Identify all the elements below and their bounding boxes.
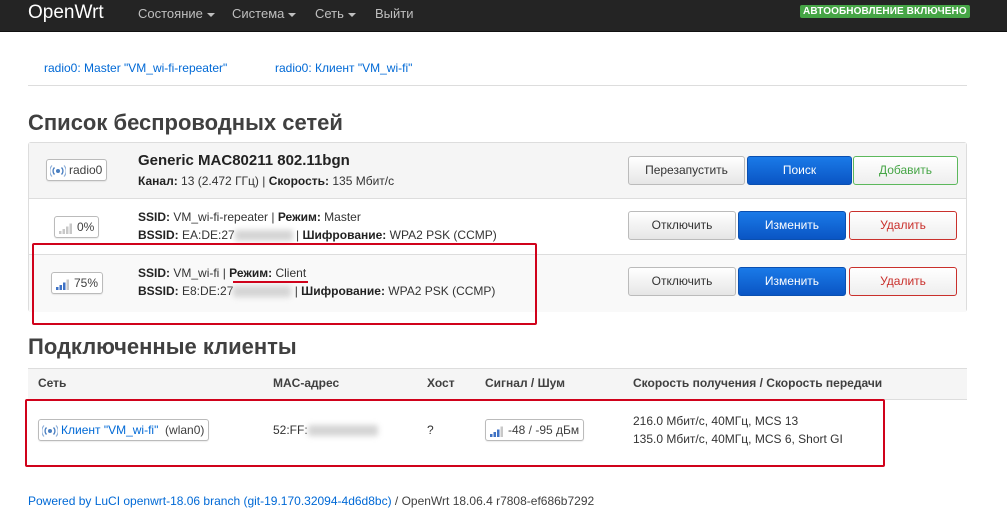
col-host: Хост (427, 376, 455, 390)
chevron-down-icon (347, 12, 356, 17)
restart-button[interactable]: Перезапустить (628, 156, 745, 185)
clients-heading: Подключенные клиенты (28, 334, 297, 359)
footer-version: / OpenWrt 18.06.4 r7808-ef686b7292 (391, 494, 595, 508)
mode-label: Режим: (277, 210, 321, 224)
menu-logout[interactable]: Выйти (375, 6, 414, 21)
speed-label: Скорость: (268, 174, 330, 188)
brand-logo[interactable]: OpenWrt (28, 2, 104, 24)
radio-badge-label: radio0 (69, 163, 103, 177)
chevron-down-icon (288, 12, 297, 17)
radio-row: radio0 Generic MAC80211 802.11bgn Канал:… (29, 143, 966, 199)
radio-badge: radio0 (46, 159, 108, 181)
signal-badge: 0% (54, 216, 100, 238)
remove-button[interactable]: Удалить (849, 211, 957, 240)
speed-value: 135 Мбит/с (329, 174, 395, 188)
edit-button[interactable]: Изменить (738, 211, 846, 240)
signal-percent: 0% (77, 220, 95, 234)
disable-button[interactable]: Отключить (628, 267, 736, 296)
disable-button[interactable]: Отключить (628, 211, 736, 240)
highlight-box (32, 243, 537, 325)
top-navbar: OpenWrt Состояние Система Сеть Выйти АВТ… (0, 0, 1007, 32)
ssid-value: VM_wi-fi-repeater (170, 210, 269, 224)
tab-master-repeater[interactable]: radio0: Master "VM_wi-fi-repeater" (44, 61, 227, 75)
col-signal-noise: Сигнал / Шум (485, 376, 566, 390)
bssid-value: EA:DE:27 (178, 228, 235, 242)
bssid-enc-line: BSSID: EA:DE:27 | Шифрование: WPA2 PSK (… (138, 228, 497, 242)
network-tabs: radio0: Master "VM_wi-fi-repeater" radio… (28, 52, 967, 86)
encryption-value: WPA2 PSK (CCMP) (386, 228, 497, 242)
add-button[interactable]: Добавить (853, 156, 958, 185)
wifi-radio-icon (49, 164, 67, 177)
ssid-mode-line: SSID: VM_wi-fi-repeater | Режим: Master (138, 210, 361, 224)
footer-luci-link[interactable]: Powered by LuCI openwrt-18.06 branch (gi… (28, 494, 392, 508)
radio-hardware-name: Generic MAC80211 802.11bgn (138, 152, 350, 169)
mode-value: Master (320, 210, 361, 224)
highlight-box (25, 399, 885, 467)
channel-label: Канал: (138, 174, 178, 188)
auto-refresh-badge[interactable]: АВТООБНОВЛЕНИЕ ВКЛЮЧЕНО (800, 5, 970, 18)
menu-status-label: Состояние (138, 6, 203, 21)
ssid-label: SSID: (138, 210, 171, 224)
highlight-underline (233, 281, 308, 283)
clients-table-header: Сеть MAC-адрес Хост Сигнал / Шум Скорост… (28, 369, 967, 400)
bssid-label: BSSID: (138, 228, 179, 242)
tab-client-vm-wifi[interactable]: radio0: Клиент "VM_wi-fi" (275, 61, 412, 75)
footer: Powered by LuCI openwrt-18.06 branch (gi… (28, 494, 594, 508)
menu-status[interactable]: Состояние (138, 6, 215, 21)
encryption-label: Шифрование: (302, 228, 387, 242)
edit-button[interactable]: Изменить (738, 267, 846, 296)
remove-button[interactable]: Удалить (849, 267, 957, 296)
signal-strength-icon (59, 223, 72, 234)
menu-system-label: Система (232, 6, 285, 21)
col-network: Сеть (38, 376, 67, 390)
menu-network-label: Сеть (315, 6, 344, 21)
chevron-down-icon (206, 12, 215, 17)
col-mac: MAC-адрес (273, 376, 340, 390)
menu-network[interactable]: Сеть (315, 6, 356, 21)
menu-system[interactable]: Система (232, 6, 297, 21)
scan-button[interactable]: Поиск (747, 156, 852, 185)
radio-info: Канал: 13 (2.472 ГГц) | Скорость: 135 Мб… (138, 174, 395, 188)
col-rx-tx: Скорость получения / Скорость передачи (633, 376, 883, 390)
channel-value: 13 (2.472 ГГц) (177, 174, 259, 188)
wireless-heading: Список беспроводных сетей (28, 110, 343, 135)
redacted-blur (234, 230, 293, 242)
